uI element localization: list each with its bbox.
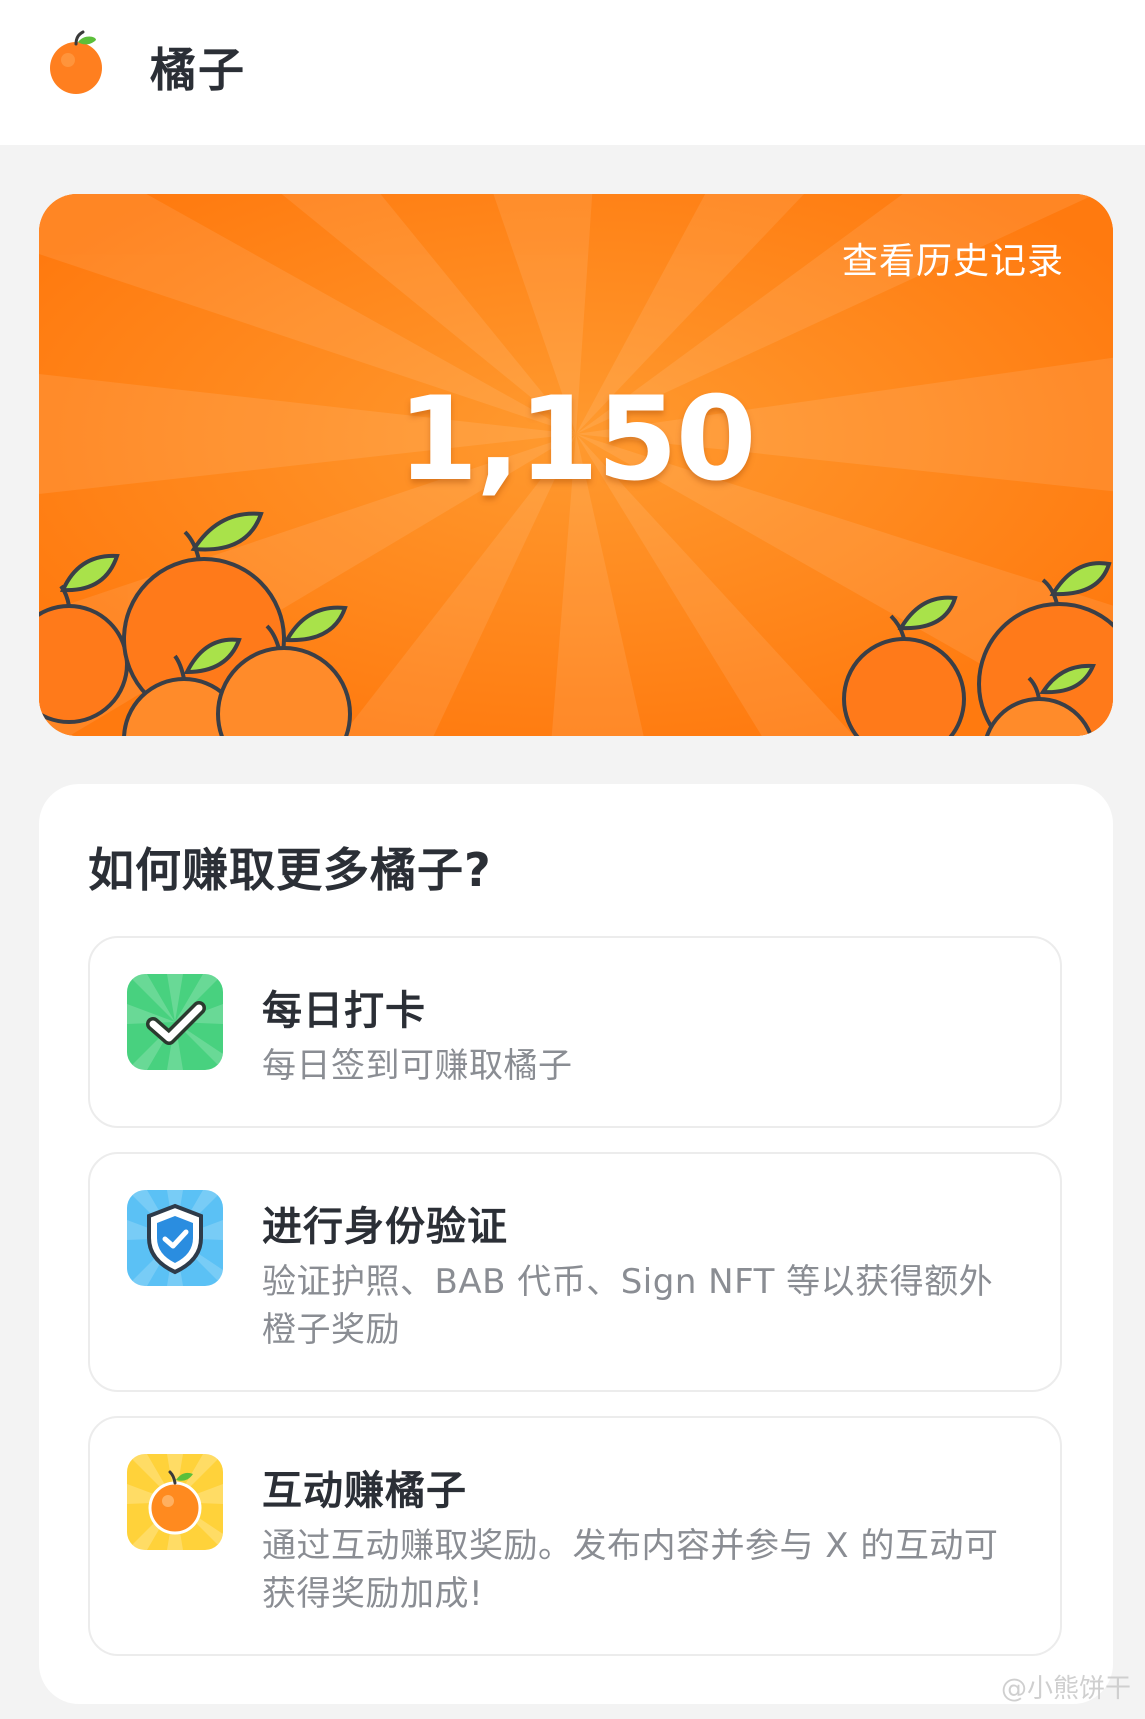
balance-card: 查看历史记录 1,150 (39, 194, 1113, 736)
earn-section-title: 如何赚取更多橘子? (88, 843, 492, 897)
task-identity-verification[interactable]: 进行身份验证 验证护照、BAB 代币、Sign NFT 等以获得额外橙子奖励 (88, 1152, 1062, 1392)
orange-icon (127, 1454, 223, 1550)
app-header: 橘子 (0, 0, 1145, 145)
task-description: 每日签到可赚取橘子 (262, 1046, 573, 1086)
task-title: 进行身份验证 (262, 1204, 508, 1250)
task-interact-earn[interactable]: 互动赚橘子 通过互动赚取奖励。发布内容并参与 X 的互动可获得奖励加成! (88, 1416, 1062, 1656)
task-description: 通过互动赚取奖励。发布内容并参与 X 的互动可获得奖励加成! (262, 1526, 999, 1614)
orange-icon (50, 30, 102, 94)
balance-value: 1,150 (397, 372, 757, 507)
task-daily-checkin[interactable]: 每日打卡 每日签到可赚取橘子 (88, 936, 1062, 1128)
watermark: @小熊饼干 (1000, 1674, 1131, 1704)
task-title: 互动赚橘子 (262, 1468, 467, 1514)
view-history-link[interactable]: 查看历史记录 (842, 232, 1064, 284)
earn-panel: 如何赚取更多橘子? 每日打卡 每日签到可赚取橘子 进行身份验证 验证护照、BAB… (39, 784, 1113, 1704)
task-title: 每日打卡 (262, 988, 426, 1034)
task-description: 验证护照、BAB 代币、Sign NFT 等以获得额外橙子奖励 (262, 1262, 994, 1350)
page-title: 橘子 (150, 43, 246, 97)
check-icon (127, 974, 223, 1070)
shield-check-icon (127, 1190, 223, 1286)
